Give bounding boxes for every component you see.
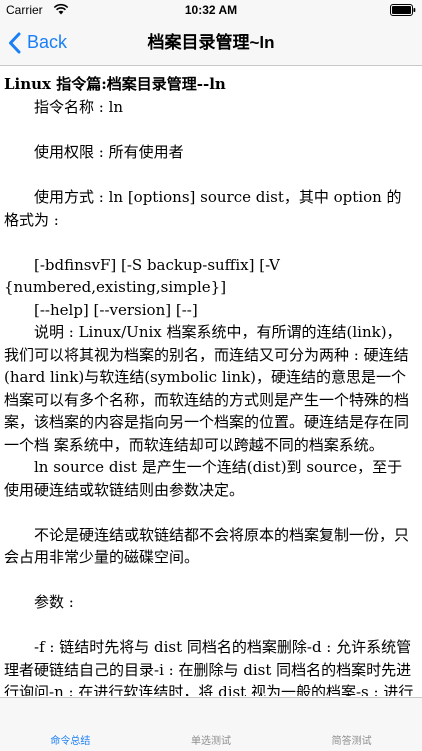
article-paragraph: 指令名称 : ln <box>4 98 124 116</box>
article-paragraph: 使用权限 : 所有使用者 <box>4 143 184 161</box>
article-paragraph: 参数 : <box>4 593 74 611</box>
article-paragraph <box>4 569 416 592</box>
article-paragraph <box>4 164 416 187</box>
tab-short-answer-test[interactable]: 简答测试 <box>281 698 422 751</box>
article-body: 指令名称 : ln 使用权限 : 所有使用者 使用方式 : ln [option… <box>4 96 416 696</box>
article-heading: Linux 指令篇:档案目录管理--ln <box>4 75 226 93</box>
tab-label: 简答测试 <box>331 736 372 747</box>
article-paragraph: [--help] [--version] [--] <box>4 300 198 319</box>
article-paragraph: ln source dist 是产生一个连结(dist)到 source，至于使… <box>4 458 403 499</box>
article-paragraph: 使用方式 : ln [options] source dist，其中 optio… <box>4 188 402 229</box>
article-scroll-view[interactable]: Linux 指令篇:档案目录管理--ln 指令名称 : ln 使用权限 : 所有… <box>0 66 422 696</box>
article-paragraph <box>4 231 416 254</box>
battery-icon <box>390 4 416 16</box>
article-paragraph: 说明 : Linux/Unix 档案系统中，有所谓的连结(link)，我们可以将… <box>4 323 410 454</box>
tab-label: 命令总结 <box>50 736 91 747</box>
article-paragraph <box>4 614 416 637</box>
article-paragraph <box>4 501 416 524</box>
tab-single-choice-test[interactable]: 单选测试 <box>141 698 282 751</box>
article-paragraph: [-bdfinsvF] [-S backup-suffix] [-V {numb… <box>4 255 280 297</box>
article-paragraph: -f : 链结时先将与 dist 同档名的档案删除-d : 允许系统管理者硬链结… <box>4 638 414 696</box>
tab-label: 单选测试 <box>191 736 231 747</box>
page-title: 档案目录管理~ln <box>147 33 275 52</box>
status-bar: Carrier 10:32 AM <box>0 0 422 20</box>
article-paragraph: 不论是硬连结或软链结都不会将原本的档案复制一份，只会占用非常少量的磁碟空间。 <box>4 525 410 567</box>
tab-command-summary[interactable]: 命令总结 <box>0 698 141 751</box>
article: Linux 指令篇:档案目录管理--ln 指令名称 : ln 使用权限 : 所有… <box>0 66 422 696</box>
navigation-bar: Back 档案目录管理~ln <box>0 20 422 66</box>
article-paragraph <box>4 119 416 142</box>
tab-bar: 命令总结 单选测试 简答测试 <box>0 697 422 751</box>
clock: 10:32 AM <box>184 3 238 17</box>
